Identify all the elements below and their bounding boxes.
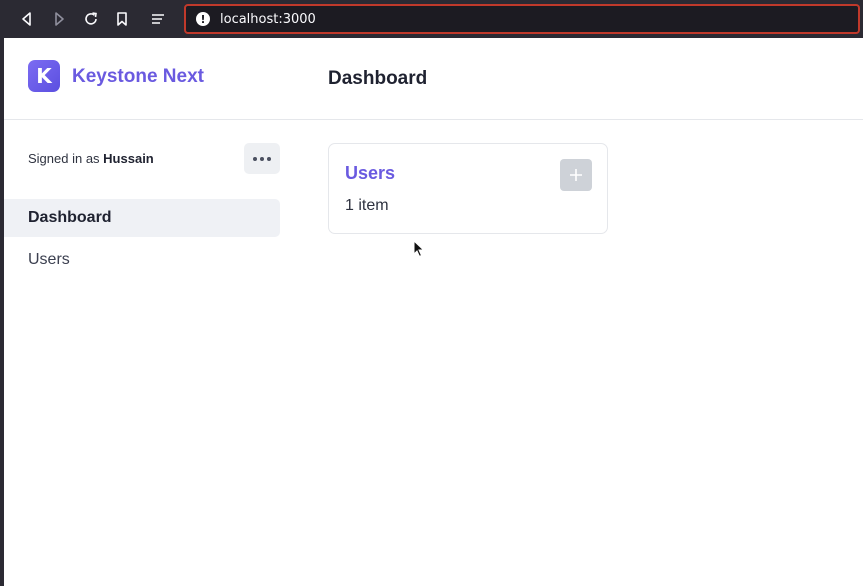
- bookmark-icon: [117, 12, 127, 26]
- more-options-button[interactable]: [244, 143, 280, 174]
- mouse-cursor-icon: [413, 240, 425, 258]
- reload-icon: [85, 12, 97, 25]
- bookmark-button[interactable]: [111, 8, 133, 30]
- site-info-icon[interactable]: !: [196, 12, 210, 26]
- forward-arrow-icon: [55, 12, 64, 26]
- create-item-button[interactable]: [560, 159, 592, 191]
- ellipsis-dot: [260, 156, 264, 161]
- logo-letter: K: [36, 64, 52, 88]
- brand-name[interactable]: Keystone Next: [72, 66, 204, 88]
- back-button[interactable]: [16, 8, 38, 30]
- card-item-count: 1 item: [345, 197, 389, 214]
- list-card-users[interactable]: Users 1 item: [328, 143, 608, 234]
- sidebar-item-label: Users: [28, 251, 70, 268]
- plus-icon: [570, 169, 582, 181]
- url-text[interactable]: localhost:3000: [220, 12, 316, 27]
- browser-window-edge: [0, 38, 4, 586]
- forward-button[interactable]: [48, 8, 70, 30]
- sidebar-item-users[interactable]: Users: [4, 241, 280, 279]
- sidebar-item-label: Dashboard: [28, 209, 112, 226]
- back-arrow-icon: [22, 12, 31, 26]
- user-name: Hussain: [103, 151, 154, 166]
- signed-in-text: Signed in as Hussain: [28, 151, 154, 166]
- signed-in-prefix: Signed in as: [28, 151, 104, 166]
- ellipsis-icon: [253, 156, 257, 161]
- page-title: Dashboard: [328, 68, 428, 89]
- reader-view-button[interactable]: [147, 8, 169, 30]
- reader-view-icon: [152, 14, 164, 24]
- reload-button[interactable]: [80, 8, 102, 30]
- keystone-logo-icon[interactable]: K: [28, 60, 60, 92]
- sidebar-item-dashboard[interactable]: Dashboard: [4, 199, 280, 237]
- browser-toolbar: ! localhost:3000: [0, 0, 863, 38]
- app-header: K Keystone Next Dashboard: [4, 38, 863, 120]
- card-title[interactable]: Users: [345, 163, 395, 184]
- url-bar[interactable]: ! localhost:3000: [184, 4, 860, 34]
- ellipsis-dot: [267, 156, 271, 161]
